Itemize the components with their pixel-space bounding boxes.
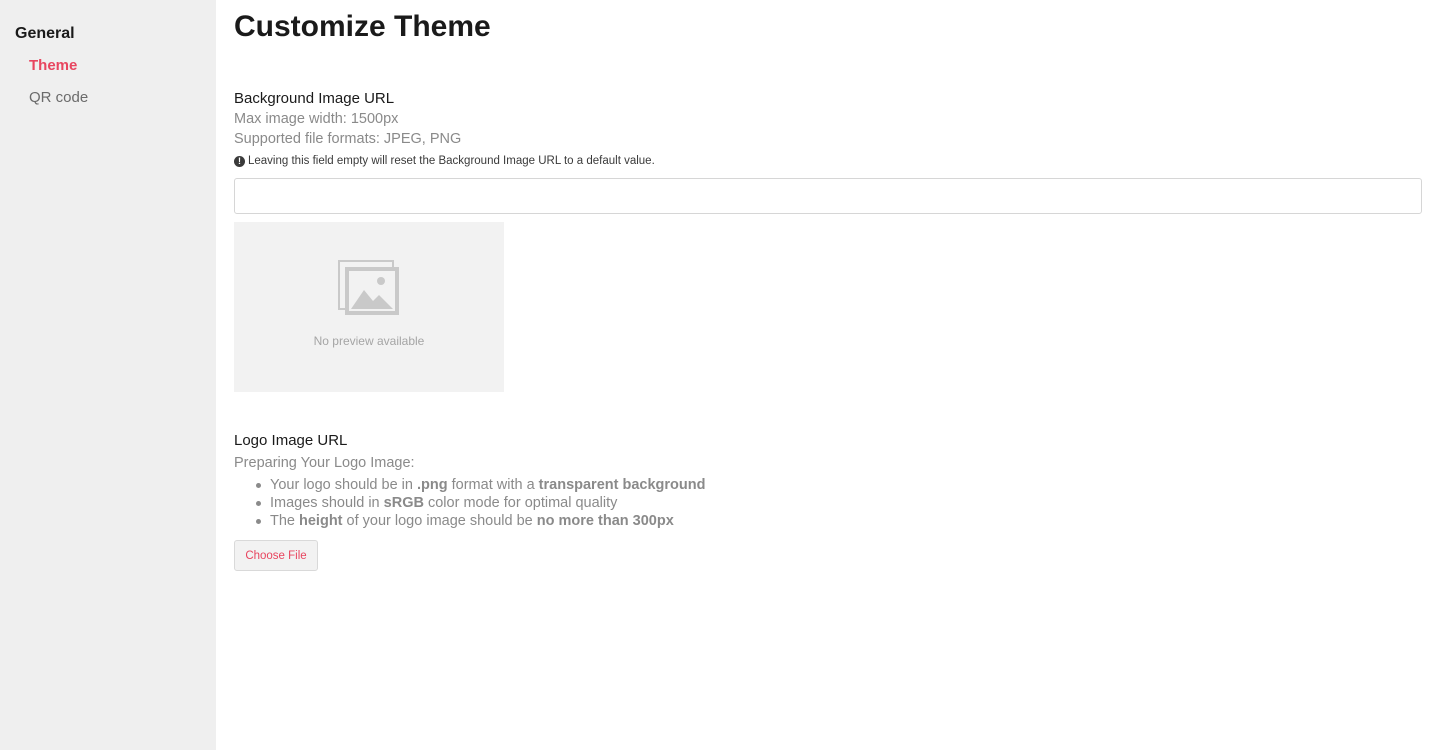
logo-image-section: Logo Image URL Preparing Your Logo Image… [234,431,1422,571]
text: format with a [447,477,539,493]
logo-requirement-item: The height of your logo image should be … [256,512,1422,530]
main-content: Customize Theme Background Image URL Max… [216,0,1440,750]
text: Images should in [270,495,384,511]
sidebar-item-qr-code[interactable]: QR code [0,88,216,120]
exclamation-circle-icon: ! [234,155,245,167]
page-title: Customize Theme [234,10,491,43]
bold-text: no more than 300px [536,513,674,529]
image-preview: No preview available [234,222,504,392]
text: of your logo image should be [342,513,537,529]
image-placeholder-icon [338,260,399,315]
bold-text: sRGB [383,495,424,511]
empty-field-notice: ! Leaving this field empty will reset th… [234,150,1422,172]
logo-image-label: Logo Image URL [234,432,348,449]
logo-intro-text: Preparing Your Logo Image: [234,455,415,471]
sidebar: General Theme QR code [0,0,216,750]
choose-file-button[interactable]: Choose File [234,540,318,571]
background-image-url-input[interactable] [234,178,1422,214]
no-preview-text: No preview available [313,334,425,348]
bold-text: transparent background [538,477,706,493]
help-text-formats: Supported file formats: JPEG, PNG [234,131,462,147]
app-root: General Theme QR code Customize Theme Ba… [0,0,1440,750]
help-text-max-width: Max image width: 1500px [234,111,399,127]
logo-requirement-item: Images should in sRGB color mode for opt… [256,494,1422,512]
bold-text: height [299,513,343,529]
sidebar-item-theme[interactable]: Theme [0,56,216,88]
text: color mode for optimal quality [423,495,618,511]
notice-text: Leaving this field empty will reset the … [248,155,655,167]
logo-requirement-item: Your logo should be in .png format with … [256,476,1422,494]
bold-text: .png [417,477,448,493]
background-image-section: Background Image URL Max image width: 15… [234,89,1422,392]
text: The [270,513,300,529]
background-image-label: Background Image URL [234,90,395,107]
text: Your logo should be in [270,477,417,493]
logo-requirements-list: Your logo should be in .png format with … [234,476,1422,530]
sidebar-heading: General [15,25,75,42]
